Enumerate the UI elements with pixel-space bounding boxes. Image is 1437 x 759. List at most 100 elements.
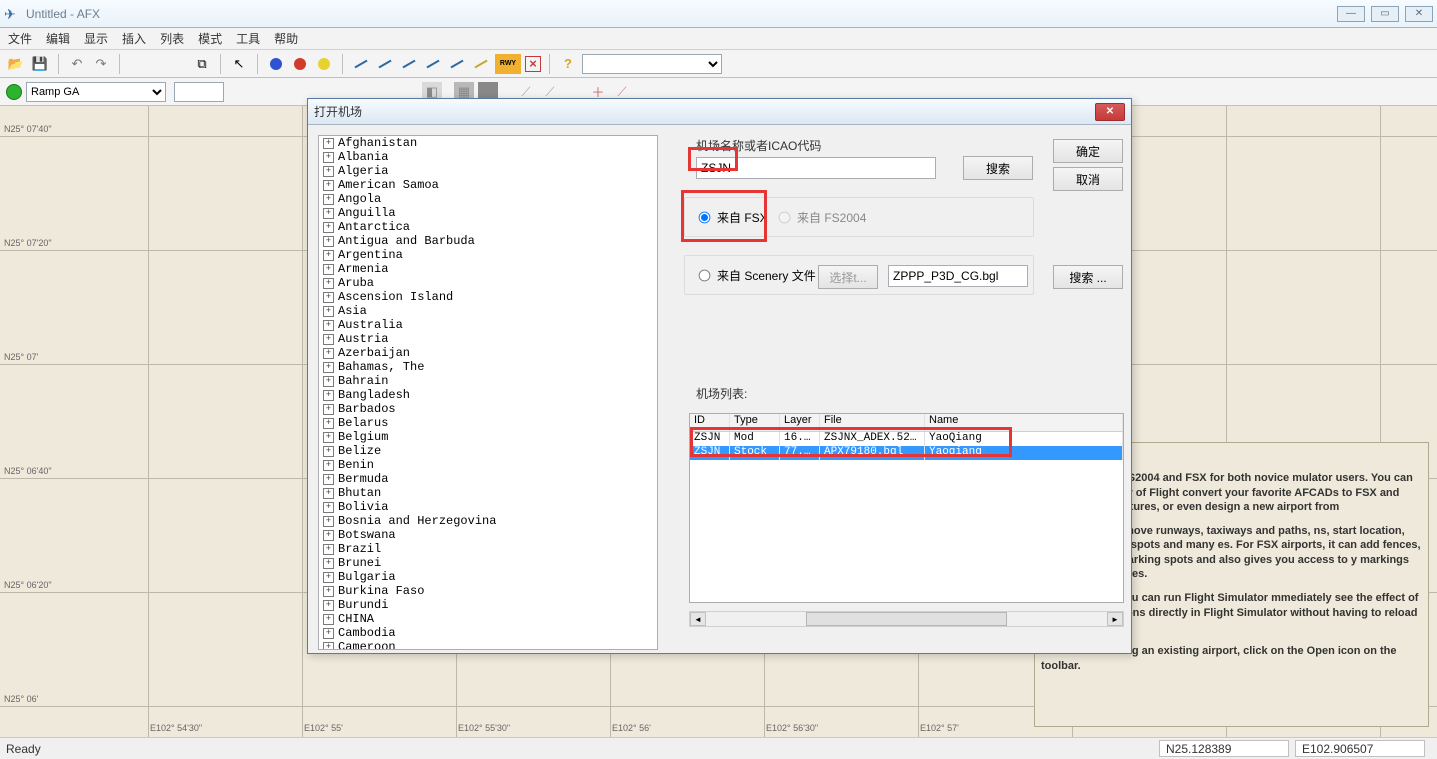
list-hscroll[interactable]: ◄ ► (689, 611, 1124, 627)
radio-scenery[interactable]: 来自 Scenery 文件 (698, 267, 816, 284)
radio-fs2004[interactable]: 来自 FS2004 (778, 209, 866, 226)
copy-icon[interactable]: ⧉ (192, 54, 212, 74)
tree-item[interactable]: +Bulgaria (319, 570, 657, 584)
redo-icon[interactable]: ↷ (91, 54, 111, 74)
list-row-selected[interactable]: ZSJN Stock 77... APX79180.bgl Yaoqiang (690, 446, 1123, 460)
tree-item[interactable]: +Antarctica (319, 220, 657, 234)
line-tool-6-icon[interactable] (471, 54, 491, 74)
expand-icon[interactable]: + (323, 362, 334, 373)
expand-icon[interactable]: + (323, 306, 334, 317)
tree-item[interactable]: +Cameroon (319, 640, 657, 650)
scenery-file-field[interactable] (888, 265, 1028, 287)
expand-icon[interactable]: + (323, 236, 334, 247)
tree-item[interactable]: +Bolivia (319, 500, 657, 514)
tree-item[interactable]: +Armenia (319, 262, 657, 276)
expand-icon[interactable]: + (323, 572, 334, 583)
tree-item[interactable]: +Afghanistan (319, 136, 657, 150)
tree-item[interactable]: +Azerbaijan (319, 346, 657, 360)
tree-item[interactable]: +Aruba (319, 276, 657, 290)
tree-item[interactable]: +Cambodia (319, 626, 657, 640)
tree-item[interactable]: +Argentina (319, 248, 657, 262)
pointer-icon[interactable]: ↖ (229, 54, 249, 74)
expand-icon[interactable]: + (323, 292, 334, 303)
expand-icon[interactable]: + (323, 278, 334, 289)
tree-item[interactable]: +Bosnia and Herzegovina (319, 514, 657, 528)
tree-item[interactable]: +Bahrain (319, 374, 657, 388)
expand-icon[interactable]: + (323, 138, 334, 149)
menu-view[interactable]: 显示 (84, 30, 108, 47)
expand-icon[interactable]: + (323, 516, 334, 527)
tree-item[interactable]: +Belarus (319, 416, 657, 430)
ok-button[interactable]: 确定 (1053, 139, 1123, 163)
maximize-button[interactable]: ▭ (1371, 6, 1399, 22)
menu-mode[interactable]: 模式 (198, 30, 222, 47)
tree-item[interactable]: +Asia (319, 304, 657, 318)
stepper-input[interactable] (174, 82, 224, 102)
expand-icon[interactable]: + (323, 180, 334, 191)
expand-icon[interactable]: + (323, 334, 334, 345)
cancel-button[interactable]: 取消 (1053, 167, 1123, 191)
expand-icon[interactable]: + (323, 376, 334, 387)
expand-icon[interactable]: + (323, 474, 334, 485)
expand-icon[interactable]: + (323, 530, 334, 541)
save-icon[interactable]: 💾 (30, 54, 50, 74)
menu-help[interactable]: 帮助 (274, 30, 298, 47)
country-tree[interactable]: +Afghanistan+Albania+Algeria+American Sa… (318, 135, 658, 650)
minimize-button[interactable]: — (1337, 6, 1365, 22)
radio-fsx[interactable]: 来自 FSX (698, 209, 768, 226)
tree-item[interactable]: +Bermuda (319, 472, 657, 486)
expand-icon[interactable]: + (323, 586, 334, 597)
tree-item[interactable]: +Bhutan (319, 486, 657, 500)
expand-icon[interactable]: + (323, 558, 334, 569)
expand-icon[interactable]: + (323, 348, 334, 359)
yellow-dot-icon[interactable] (314, 54, 334, 74)
expand-icon[interactable]: + (323, 264, 334, 275)
choose-file-button[interactable]: 选择t... (818, 265, 878, 289)
scroll-left-icon[interactable]: ◄ (690, 612, 706, 626)
expand-icon[interactable]: + (323, 208, 334, 219)
tree-item[interactable]: +Australia (319, 318, 657, 332)
list-row[interactable]: ZSJN Mod 16... ZSJNX_ADEX.52... YaoQiang (690, 432, 1123, 446)
open-icon[interactable]: 📂 (6, 54, 26, 74)
tree-item[interactable]: +Belize (319, 444, 657, 458)
tree-item[interactable]: +Barbados (319, 402, 657, 416)
menu-edit[interactable]: 编辑 (46, 30, 70, 47)
expand-icon[interactable]: + (323, 390, 334, 401)
airport-list[interactable]: ID Type Layer File Name ZSJN Mod 16... Z… (689, 413, 1124, 603)
tree-item[interactable]: +Botswana (319, 528, 657, 542)
green-circle-icon[interactable] (6, 84, 22, 100)
expand-icon[interactable]: + (323, 250, 334, 261)
line-tool-3-icon[interactable] (399, 54, 419, 74)
scroll-right-icon[interactable]: ► (1107, 612, 1123, 626)
tree-item[interactable]: +Bahamas, The (319, 360, 657, 374)
expand-icon[interactable]: + (323, 166, 334, 177)
line-tool-5-icon[interactable] (447, 54, 467, 74)
menu-tools[interactable]: 工具 (236, 30, 260, 47)
tree-item[interactable]: +Antigua and Barbuda (319, 234, 657, 248)
tree-item[interactable]: +CHINA (319, 612, 657, 626)
tree-item[interactable]: +Benin (319, 458, 657, 472)
expand-icon[interactable]: + (323, 152, 334, 163)
tree-item[interactable]: +Brazil (319, 542, 657, 556)
expand-icon[interactable]: + (323, 194, 334, 205)
icao-input[interactable] (696, 157, 936, 179)
expand-icon[interactable]: + (323, 460, 334, 471)
tree-item[interactable]: +Brunei (319, 556, 657, 570)
expand-icon[interactable]: + (323, 446, 334, 457)
toolbar-combo[interactable] (582, 54, 722, 74)
expand-icon[interactable]: + (323, 404, 334, 415)
tree-item[interactable]: +Burundi (319, 598, 657, 612)
rwy-icon[interactable]: RWY (495, 54, 521, 74)
expand-icon[interactable]: + (323, 614, 334, 625)
search2-button[interactable]: 搜索 ... (1053, 265, 1123, 289)
menu-file[interactable]: 文件 (8, 30, 32, 47)
menu-insert[interactable]: 插入 (122, 30, 146, 47)
expand-icon[interactable]: + (323, 418, 334, 429)
expand-icon[interactable]: + (323, 544, 334, 555)
tree-item[interactable]: +American Samoa (319, 178, 657, 192)
delete-icon[interactable]: × (525, 56, 541, 72)
expand-icon[interactable]: + (323, 502, 334, 513)
line-tool-2-icon[interactable] (375, 54, 395, 74)
line-tool-4-icon[interactable] (423, 54, 443, 74)
expand-icon[interactable]: + (323, 320, 334, 331)
